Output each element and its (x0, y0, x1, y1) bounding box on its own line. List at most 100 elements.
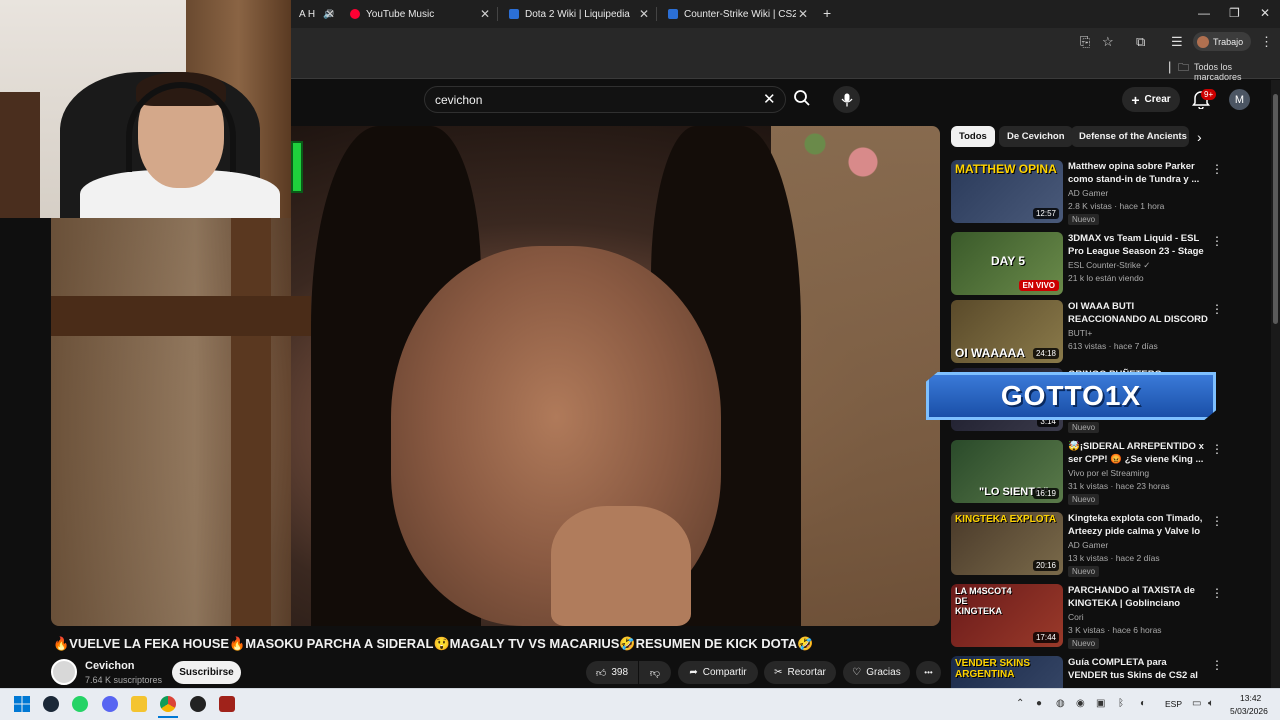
chrome-icon[interactable] (160, 696, 176, 712)
video-thumbnail[interactable]: OI WAAAAA 24:18 (951, 300, 1063, 363)
scissors-icon: ✂ (774, 667, 783, 678)
volume-icon[interactable]: 🔈︎ (1208, 698, 1214, 709)
recommendation-channel: AD Gamer (1068, 188, 1109, 198)
recommendation-title[interactable]: PARCHANDO al TAXISTA de KINGTEKA | Gobli… (1068, 584, 1208, 610)
profile-button[interactable]: Trabajo (1193, 32, 1251, 51)
close-icon[interactable]: ✕ (480, 7, 490, 21)
more-vert-icon[interactable]: ⋮ (1211, 234, 1223, 248)
video-thumbnail[interactable]: VENDER SKINS ARGENTINA (951, 656, 1063, 688)
recommendation-item[interactable]: OI WAAAAA 24:18 OI WAAA BUTI REACCIONAND… (951, 300, 1231, 366)
language-indicator[interactable]: ESP (1165, 699, 1182, 709)
discord-icon[interactable] (102, 696, 118, 712)
voice-search-button[interactable] (833, 86, 860, 113)
tray-app-icon[interactable]: ◐ (1140, 698, 1146, 709)
more-vert-icon[interactable]: ⋮ (1211, 586, 1223, 600)
chip-dota[interactable]: Defense of the Ancients (1071, 126, 1189, 147)
obs-icon[interactable] (190, 696, 206, 712)
minimize-button[interactable]: — (1198, 6, 1210, 20)
recommendation-title[interactable]: Kingteka explota con Timado, Arteezy pid… (1068, 512, 1208, 538)
tray-app-icon[interactable]: ▣ (1096, 698, 1105, 709)
clip-button[interactable]: ✂ Recortar (764, 661, 836, 684)
recommendation-title[interactable]: 🤯¡SIDERAL ARREPENTIDO x ser CPP! 😡 ¿Se v… (1068, 440, 1208, 466)
recommendation-title[interactable]: Guía COMPLETA para VENDER tus Skins de C… (1068, 656, 1208, 682)
recommendation-item[interactable]: LA M4SCOT4 DE KINGTEKA 17:44 PARCHANDO a… (951, 584, 1231, 650)
share-button[interactable]: ➦ Compartir (678, 661, 758, 684)
tab-dota-wiki[interactable]: Dota 2 Wiki | Liquipedia ✕ (501, 2, 655, 26)
tab-current[interactable]: A H 🔊 ✕ (291, 2, 337, 26)
windows-start-icon[interactable] (14, 696, 30, 712)
recommendation-item[interactable]: "LO SIENTO" 16:19 🤯¡SIDERAL ARREPENTIDO … (951, 440, 1231, 506)
channel-name[interactable]: Cevichon (85, 660, 135, 672)
clock-date[interactable]: 5/03/2026 (1230, 706, 1268, 716)
more-actions-button[interactable]: ••• (916, 661, 941, 684)
browser-menu-icon[interactable]: ⋮ (1260, 34, 1273, 50)
recommendation-title[interactable]: Matthew opina sobre Parker como stand-in… (1068, 160, 1208, 186)
close-icon[interactable]: ✕ (325, 7, 335, 21)
recommendation-title[interactable]: OI WAAA BUTI REACCIONANDO AL DISCORD | B… (1068, 300, 1208, 326)
close-icon[interactable]: ✕ (798, 7, 808, 21)
recommendation-title[interactable]: 3DMAX vs Team Liquid - ESL Pro League Se… (1068, 232, 1208, 258)
recommendation-item[interactable]: KINGTEKA EXPLOTA 20:16 Kingteka explota … (951, 512, 1231, 578)
close-icon[interactable]: ✕ (639, 7, 649, 21)
file-explorer-icon[interactable] (131, 696, 147, 712)
dislike-button[interactable]: 👎︎ (639, 661, 671, 684)
clear-search-icon[interactable]: ✕ (763, 90, 776, 108)
bookmark-star-icon[interactable]: ☆ (1102, 34, 1114, 50)
thumbnail-text: MATTHEW OPINA (955, 162, 1057, 176)
video-thumbnail[interactable]: MATTHEW OPINA 12:57 (951, 160, 1063, 223)
all-bookmarks-link[interactable]: Todos los marcadores (1194, 62, 1280, 82)
steam-tray-icon[interactable]: ◉ (1076, 698, 1085, 709)
chip-from-channel[interactable]: De Cevichon (999, 126, 1073, 147)
bluetooth-icon[interactable]: ᛒ (1118, 698, 1124, 709)
tray-app-icon[interactable]: ● (1036, 698, 1042, 709)
recommendation-item[interactable]: VENDER SKINS ARGENTINA Guía COMPLETA par… (951, 656, 1231, 688)
youtube-music-icon (350, 9, 360, 19)
more-vert-icon[interactable]: ⋮ (1211, 658, 1223, 672)
scrollbar-thumb[interactable] (1273, 94, 1278, 324)
recommendation-item[interactable]: MATTHEW OPINA 12:57 Matthew opina sobre … (951, 160, 1231, 226)
subscribe-button[interactable]: Suscribirse (172, 661, 241, 684)
video-thumbnail[interactable]: DAY 5 EN VIVO (951, 232, 1063, 295)
maximize-button[interactable]: ❐ (1229, 6, 1240, 20)
thanks-button[interactable]: ♡ Gracias (843, 661, 910, 684)
webcam-bg-shelf (0, 92, 40, 218)
search-input[interactable]: cevichon (424, 86, 786, 113)
search-input-value: cevichon (435, 92, 483, 107)
create-button[interactable]: + Crear (1122, 87, 1180, 112)
liquipedia-icon (668, 9, 678, 19)
channel-avatar[interactable] (51, 659, 77, 685)
overlay-green-marker (291, 141, 303, 193)
video-thumbnail[interactable]: KINGTEKA EXPLOTA 20:16 (951, 512, 1063, 575)
video-thumbnail[interactable]: "LO SIENTO" 16:19 (951, 440, 1063, 503)
account-avatar[interactable]: M (1229, 89, 1250, 110)
tab-youtube-music[interactable]: YouTube Music ✕ (342, 2, 496, 26)
steam-icon[interactable] (43, 696, 59, 712)
chevron-right-icon[interactable]: › (1197, 129, 1202, 145)
duration-badge: 16:19 (1032, 488, 1059, 499)
profile-label: Trabajo (1213, 36, 1244, 47)
network-icon[interactable]: ▭ (1192, 698, 1201, 709)
tab-cs-wiki[interactable]: Counter-Strike Wiki | CS2 | Liqu ✕ (660, 2, 814, 26)
chevron-up-icon[interactable]: ⌃ (1016, 698, 1024, 709)
profile-avatar (1197, 35, 1209, 48)
like-button[interactable]: 👍︎ 398 (586, 661, 638, 684)
more-vert-icon[interactable]: ⋮ (1211, 162, 1223, 176)
tray-app-icon[interactable]: ◍ (1056, 698, 1065, 709)
chip-all[interactable]: Todos (951, 126, 995, 147)
recommendation-meta: 2.8 K vistas · hace 1 hora (1068, 201, 1165, 211)
install-app-icon[interactable]: ⎘ (1080, 34, 1090, 50)
video-thumbnail[interactable]: LA M4SCOT4 DE KINGTEKA 17:44 (951, 584, 1063, 647)
search-button[interactable] (793, 89, 811, 112)
whatsapp-icon[interactable] (72, 696, 88, 712)
more-vert-icon[interactable]: ⋮ (1211, 514, 1223, 528)
clock-time[interactable]: 13:42 (1240, 693, 1261, 703)
dota2-icon[interactable] (219, 696, 235, 712)
extensions-icon[interactable]: ⧉ (1136, 34, 1145, 50)
more-vert-icon[interactable]: ⋮ (1211, 442, 1223, 456)
new-tab-button[interactable]: + (823, 5, 831, 21)
search-icon (794, 90, 810, 106)
reading-list-icon[interactable]: ☰ (1171, 34, 1183, 50)
close-window-button[interactable]: ✕ (1260, 6, 1270, 20)
more-vert-icon[interactable]: ⋮ (1211, 302, 1223, 316)
recommendation-item[interactable]: DAY 5 EN VIVO 3DMAX vs Team Liquid - ESL… (951, 232, 1231, 298)
